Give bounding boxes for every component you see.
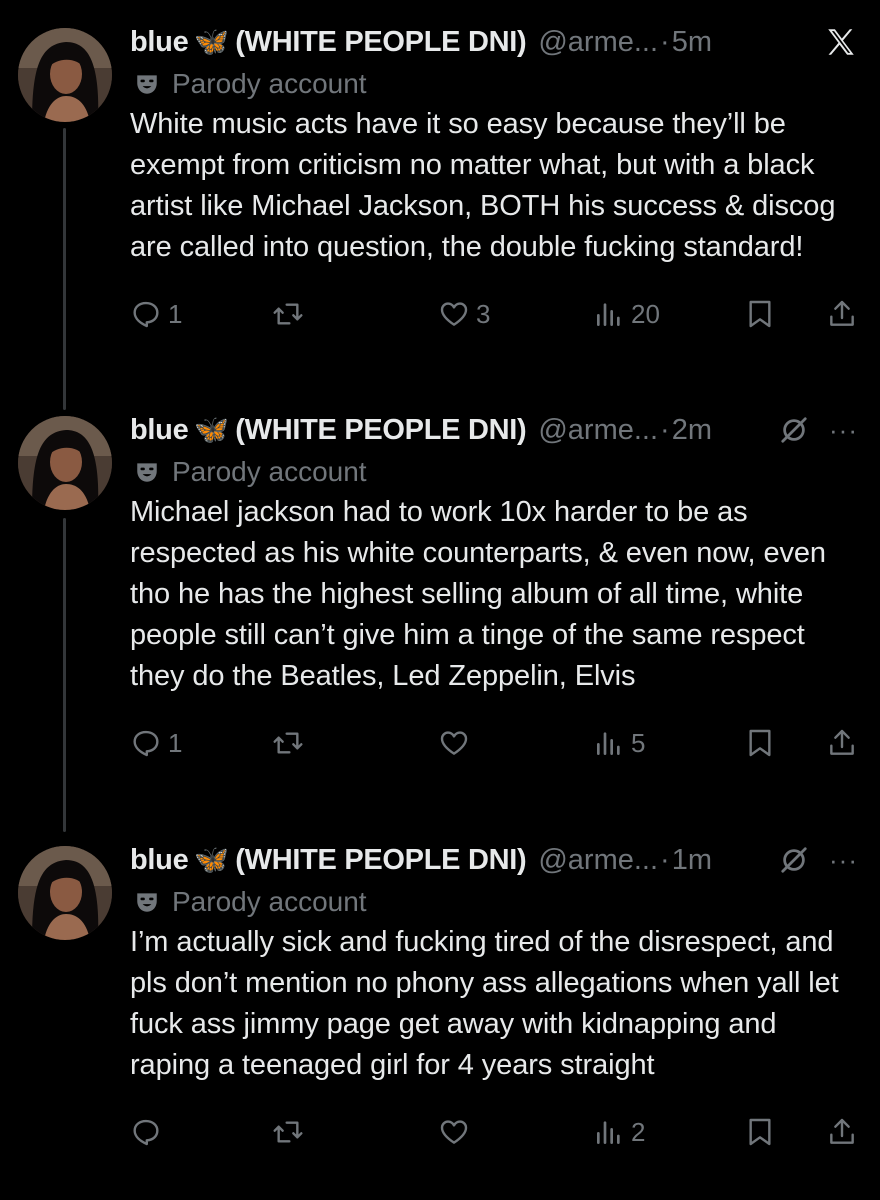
avatar[interactable] (18, 416, 112, 510)
butterfly-icon: 🦋 (194, 844, 230, 875)
x-logo-icon (828, 29, 854, 55)
separator-dot: · (660, 844, 670, 876)
tweet-header: blue 🦋 (WHITE PEOPLE DNI) @arme... · 2m … (130, 408, 860, 452)
like-count: 3 (476, 298, 491, 329)
more-icon[interactable]: ··· (829, 847, 858, 873)
display-name-suffix[interactable]: (WHITE PEOPLE DNI) (235, 408, 526, 452)
share-button[interactable] (826, 723, 858, 763)
tweet-text: Michael jackson had to work 10x harder t… (130, 496, 826, 692)
reply-button[interactable]: 1 (130, 723, 182, 763)
repost-button[interactable] (272, 1112, 310, 1152)
bookmark-button[interactable] (744, 1112, 776, 1152)
tweet-actions: 1 5 (130, 723, 860, 763)
butterfly-icon: 🦋 (194, 414, 230, 445)
bookmark-button[interactable] (744, 294, 776, 334)
avatar[interactable] (18, 846, 112, 940)
views-icon (597, 732, 620, 755)
parody-label: Parody account (130, 882, 860, 922)
display-name[interactable]: blue (130, 838, 189, 882)
parody-label-text: Parody account (172, 68, 367, 99)
reply-icon (133, 301, 159, 328)
timestamp[interactable]: 1m (672, 838, 712, 882)
parody-label: Parody account (130, 452, 860, 492)
mask-icon (137, 893, 157, 912)
timestamp[interactable]: 2m (672, 408, 712, 452)
grok-icon[interactable] (779, 415, 809, 445)
parody-label-text: Parody account (172, 886, 367, 917)
views-icon (597, 303, 620, 326)
tweet-text: I’m actually sick and fucking tired of t… (130, 926, 839, 1081)
tweet-actions: 1 3 20 (130, 294, 860, 334)
avatar[interactable] (18, 28, 112, 122)
like-button[interactable]: 3 (438, 294, 490, 334)
tweet-2[interactable]: blue 🦋 (WHITE PEOPLE DNI) @arme... · 2m … (0, 408, 880, 808)
display-name-suffix[interactable]: (WHITE PEOPLE DNI) (235, 20, 526, 64)
separator-dot: · (660, 414, 670, 446)
reply-button[interactable] (130, 1112, 168, 1152)
heart-icon (440, 731, 468, 755)
display-name[interactable]: blue (130, 408, 189, 452)
like-button[interactable] (438, 723, 476, 763)
bookmark-icon (749, 729, 771, 757)
timestamp[interactable]: 5m (672, 20, 712, 64)
share-button[interactable] (826, 1112, 858, 1152)
share-icon (830, 1118, 854, 1144)
separator-dot: · (660, 26, 670, 58)
heart-icon (440, 302, 468, 326)
reply-icon (133, 730, 159, 757)
repost-button[interactable] (272, 723, 310, 763)
views-button[interactable]: 5 (593, 723, 645, 763)
bookmark-button[interactable] (744, 723, 776, 763)
repost-icon (273, 1121, 303, 1143)
tweet-actions: 2 (130, 1112, 860, 1152)
display-name[interactable]: blue (130, 20, 189, 64)
tweet-1[interactable]: blue 🦋 (WHITE PEOPLE DNI) @arme... · 5m … (0, 20, 880, 400)
tweet-header: blue 🦋 (WHITE PEOPLE DNI) @arme... · 1m … (130, 838, 860, 882)
views-count: 20 (631, 298, 660, 329)
reply-button[interactable]: 1 (130, 294, 182, 334)
views-button[interactable]: 20 (593, 294, 660, 334)
reply-icon (133, 1119, 159, 1146)
views-count: 2 (631, 1116, 646, 1147)
repost-icon (273, 303, 303, 325)
butterfly-icon: 🦋 (194, 26, 230, 57)
mask-icon (137, 463, 157, 482)
tweet-header: blue 🦋 (WHITE PEOPLE DNI) @arme... · 5m (130, 20, 860, 64)
grok-icon[interactable] (779, 845, 809, 875)
share-icon (830, 729, 854, 755)
repost-icon (273, 732, 303, 754)
handle[interactable]: @arme... (538, 408, 658, 452)
tweet-3[interactable]: blue 🦋 (WHITE PEOPLE DNI) @arme... · 1m … (0, 838, 880, 1200)
more-icon[interactable]: ··· (829, 417, 858, 443)
views-icon (597, 1121, 620, 1144)
like-button[interactable] (438, 1112, 476, 1152)
share-icon (830, 300, 854, 326)
repost-button[interactable] (272, 294, 310, 334)
reply-count: 1 (168, 298, 183, 329)
handle[interactable]: @arme... (538, 838, 658, 882)
bookmark-icon (749, 1118, 771, 1146)
share-button[interactable] (826, 294, 858, 334)
handle[interactable]: @arme... (538, 20, 658, 64)
views-button[interactable]: 2 (593, 1112, 645, 1152)
parody-label: Parody account (130, 64, 860, 104)
mask-icon (137, 75, 157, 94)
reply-count: 1 (168, 727, 183, 758)
display-name-suffix[interactable]: (WHITE PEOPLE DNI) (235, 838, 526, 882)
parody-label-text: Parody account (172, 456, 367, 487)
bookmark-icon (749, 300, 771, 328)
tweet-text: White music acts have it so easy because… (130, 108, 836, 263)
heart-icon (440, 1120, 468, 1144)
views-count: 5 (631, 727, 646, 758)
